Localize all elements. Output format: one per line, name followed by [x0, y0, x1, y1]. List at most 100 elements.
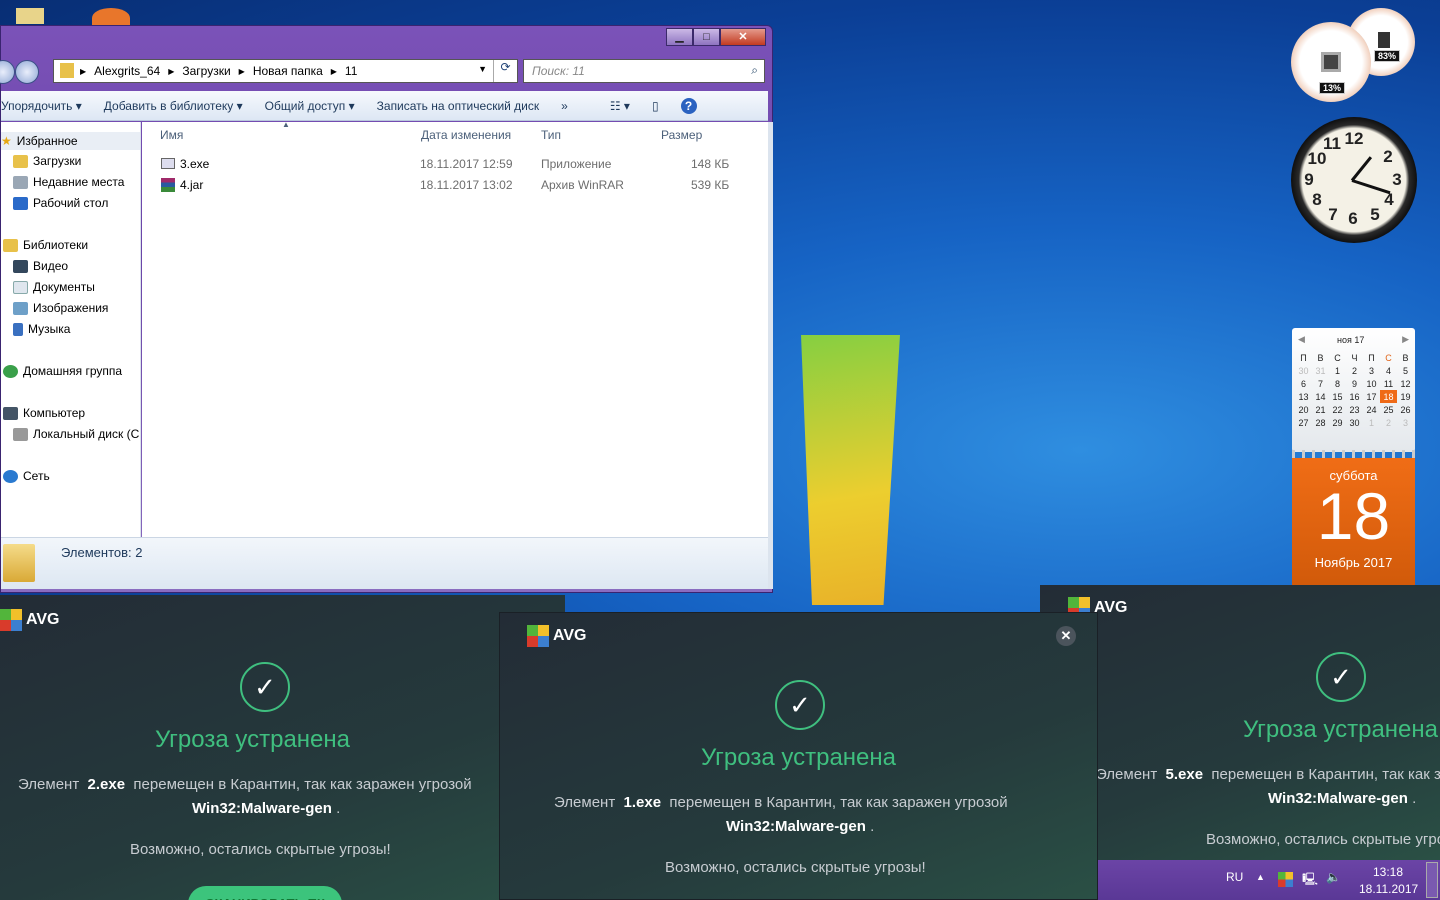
- folder-large-icon: [3, 544, 35, 582]
- show-hidden-icons[interactable]: ▲: [1256, 872, 1265, 882]
- check-icon: ✓: [1316, 652, 1366, 702]
- nav-homegroup[interactable]: Домашняя группа: [3, 364, 122, 378]
- calendar-month: ноя 17: [1337, 335, 1365, 345]
- recent-places-icon: [13, 175, 28, 189]
- threat-message: Элемент 5.exe перемещен в Карантин, так …: [1096, 766, 1440, 783]
- volume-icon[interactable]: 🔈: [1326, 870, 1341, 884]
- nav-local-disk[interactable]: Локальный диск (С: [13, 427, 139, 441]
- nav-documents[interactable]: Документы: [13, 280, 95, 294]
- calendar-day-page: суббота 18 Ноябрь 2017: [1292, 458, 1415, 586]
- language-indicator[interactable]: RU: [1226, 870, 1243, 884]
- exe-file-icon: [161, 158, 175, 169]
- file-row[interactable]: 4.jar 18.11.2017 13:02 Архив WinRAR 539 …: [142, 175, 762, 195]
- threat-title: Угроза устранена: [155, 726, 350, 753]
- nav-network[interactable]: Сеть: [3, 469, 50, 483]
- avg-notification-left: AVG ✓ Угроза устранена Элемент 2.exe пер…: [0, 595, 565, 900]
- search-icon[interactable]: ⌕: [751, 63, 758, 78]
- nav-downloads[interactable]: Загрузки: [13, 154, 81, 168]
- threat-message: Элемент 2.exe перемещен в Карантин, так …: [18, 776, 472, 793]
- avg-notification-right: AVG ✓ Угроза устранена Элемент 5.exe пер…: [1040, 585, 1440, 860]
- taskbar: RU ▲ 🖳 🔈 13:18 18.11.2017: [1098, 860, 1440, 900]
- next-month-icon[interactable]: ▶: [1402, 334, 1409, 345]
- nav-video[interactable]: Видео: [13, 259, 68, 273]
- cpu-icon: [1321, 52, 1341, 72]
- avg-notification-center: AVG ✕ ✓ Угроза устранена Элемент 1.exe п…: [499, 612, 1098, 900]
- avg-logo: AVG: [0, 609, 59, 631]
- file-row[interactable]: 3.exe 18.11.2017 12:59 Приложение 148 КБ: [142, 154, 762, 174]
- view-options-icon[interactable]: ☷ ▾: [610, 99, 630, 113]
- column-type[interactable]: Тип: [541, 128, 561, 142]
- minute-hand: [1351, 179, 1391, 195]
- windows-wallpaper-logo: [801, 335, 900, 605]
- command-bar: Упорядочить ▾ Добавить в библиотеку ▾ Об…: [1, 91, 768, 121]
- libraries-icon: [3, 238, 18, 252]
- hint-text: Возможно, остались скрытые угрозы!: [130, 841, 391, 858]
- help-icon[interactable]: ?: [680, 97, 697, 114]
- column-date[interactable]: Дата изменения: [421, 128, 511, 142]
- desktop-icon-folder[interactable]: [16, 8, 44, 24]
- cpu-percent: 13%: [1319, 82, 1346, 94]
- prev-month-icon[interactable]: ◀: [1298, 334, 1305, 345]
- share-button[interactable]: Общий доступ ▾: [265, 99, 355, 113]
- burn-button[interactable]: Записать на оптический диск: [377, 99, 540, 113]
- breadcrumb-item[interactable]: 11: [345, 64, 357, 78]
- check-icon: ✓: [240, 662, 290, 712]
- nav-desktop[interactable]: Рабочий стол: [13, 196, 108, 210]
- calendar-table: ПВСЧПСВ 30 31 1 2 3 4 5 6 7 8 9 10 11 12 13 14 15 16 17 1…: [1298, 352, 1411, 428]
- column-name[interactable]: Имя: [160, 128, 183, 142]
- winrar-archive-icon: [161, 178, 175, 192]
- address-dropdown-icon[interactable]: ▼: [478, 64, 487, 74]
- scan-pc-button[interactable]: СКАНИРОВАТЬ ПК: [188, 886, 342, 900]
- close-icon[interactable]: ✕: [1056, 626, 1076, 646]
- more-button[interactable]: »: [561, 99, 568, 113]
- music-icon: [13, 322, 23, 336]
- window-controls: ▁ □ ✕: [666, 28, 766, 46]
- clock-gadget: 12 2 3 4 5 6 7 8 9 10 11: [1291, 117, 1417, 243]
- threat-name: Win32:Malware-gen .: [192, 800, 341, 817]
- disk-icon: [13, 427, 28, 441]
- preview-pane-icon[interactable]: ▯: [652, 99, 659, 113]
- images-icon: [13, 301, 28, 315]
- scrollbar[interactable]: [768, 122, 773, 589]
- minimize-button[interactable]: ▁: [666, 28, 693, 46]
- nav-favorites[interactable]: ★ Избранное: [1, 132, 140, 150]
- breadcrumb-item[interactable]: Новая папка: [253, 64, 323, 78]
- homegroup-icon: [3, 364, 18, 378]
- nav-libraries[interactable]: Библиотеки: [3, 238, 88, 252]
- add-to-library-button[interactable]: Добавить в библиотеку ▾: [104, 99, 243, 113]
- show-desktop-button[interactable]: [1426, 862, 1438, 898]
- avg-tray-icon[interactable]: [1278, 872, 1293, 887]
- computer-icon: [3, 406, 18, 420]
- nav-computer[interactable]: Компьютер: [3, 406, 85, 420]
- nav-images[interactable]: Изображения: [13, 301, 108, 315]
- search-input[interactable]: Поиск: 11 ⌕: [523, 59, 765, 83]
- refresh-icon[interactable]: ⟳: [493, 60, 517, 82]
- address-bar[interactable]: ▶ Alexgrits_64 ▶ Загрузки ▶ Новая папка ▶ 11…: [53, 59, 518, 83]
- network-tray-icon[interactable]: 🖳: [1302, 870, 1318, 891]
- hint-text: Возможно, остались скрытые угрозы!: [665, 859, 926, 876]
- close-button[interactable]: ✕: [720, 28, 766, 46]
- item-count: Элементов: 2: [61, 545, 143, 560]
- clock-time[interactable]: 13:18: [1373, 865, 1403, 879]
- documents-icon: [13, 280, 28, 294]
- column-size[interactable]: Размер: [661, 128, 702, 142]
- nav-recent[interactable]: Недавние места: [13, 175, 124, 189]
- clock-date[interactable]: 18.11.2017: [1359, 882, 1418, 896]
- nav-music[interactable]: Музыка: [13, 322, 70, 336]
- calendar-gadget: ◀ ноя 17 ▶ ПВСЧПСВ 30 31 1 2 3 4 5 6 7 8 9 10 11 12 …: [1292, 328, 1415, 586]
- hour-hand: [1350, 156, 1373, 182]
- breadcrumb-item[interactable]: Alexgrits_64: [94, 64, 160, 78]
- back-button[interactable]: [0, 60, 15, 84]
- downloads-icon: [13, 154, 28, 168]
- hint-text: Возможно, остались скрытые угрозы!: [1206, 831, 1440, 848]
- memory-icon: [1378, 32, 1390, 48]
- maximize-button[interactable]: □: [693, 28, 720, 46]
- file-list: Имя ▲ Дата изменения Тип Размер 3.exe 18…: [142, 120, 768, 537]
- folder-icon: [60, 63, 74, 78]
- forward-button[interactable]: [15, 60, 39, 84]
- threat-message: Элемент 1.exe перемещен в Карантин, так …: [554, 794, 1008, 811]
- search-placeholder: Поиск: 11: [532, 64, 585, 78]
- organize-button[interactable]: Упорядочить ▾: [1, 99, 82, 113]
- breadcrumb-item[interactable]: Загрузки: [182, 64, 230, 78]
- details-pane: Элементов: 2: [1, 537, 768, 589]
